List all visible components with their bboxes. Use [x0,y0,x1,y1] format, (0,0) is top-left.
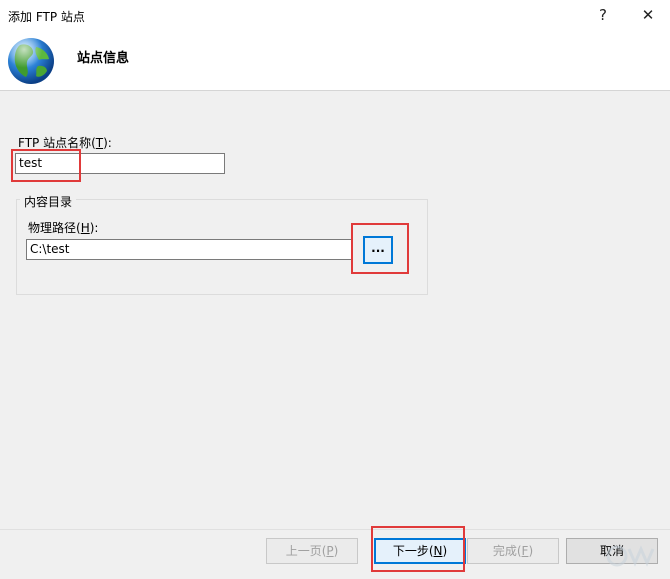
next-highlight [371,526,465,572]
title-bar: 添加 FTP 站点 ? ✕ [0,0,670,30]
page-title: 站点信息 [77,51,130,66]
window-title: 添加 FTP 站点 [8,10,85,24]
physical-path-input[interactable]: C:\test [26,239,352,260]
globe-icon [8,38,54,84]
previous-button[interactable]: 上一页(P) [266,538,358,564]
wizard-header: 站点信息 [0,30,670,91]
browse-highlight [351,223,409,274]
close-button[interactable]: ✕ [633,3,663,27]
watermark-logo [606,545,655,567]
physical-path-label: 物理路径(H): [28,221,99,235]
finish-button[interactable]: 完成(F) [467,538,559,564]
content-directory-label: 内容目录 [20,193,77,210]
help-button[interactable]: ? [588,3,618,27]
site-name-highlight [11,149,81,182]
